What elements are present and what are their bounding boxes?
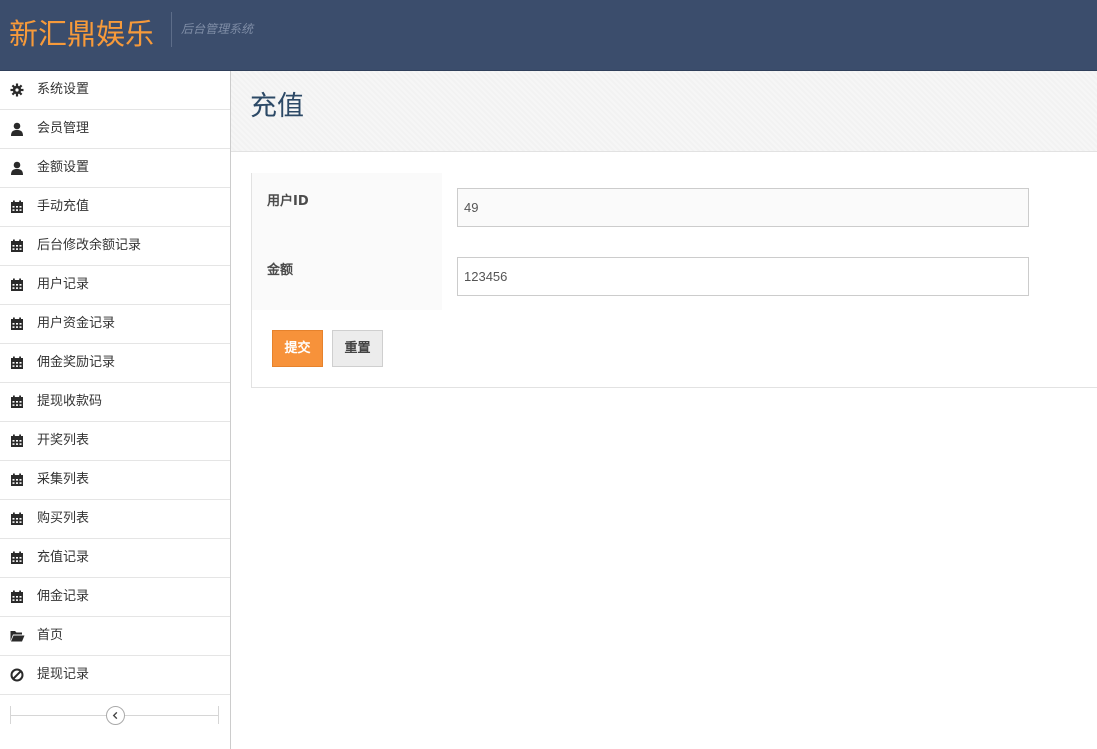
collapse-divider-cap [10,706,11,724]
calendar-icon [10,395,24,409]
sidebar-item[interactable]: 佣金奖励记录 [0,344,230,383]
calendar-icon [10,434,24,448]
sidebar-item[interactable]: 提现记录 [0,656,230,695]
sidebar-item-label: 充值记录 [37,550,90,565]
calendar-icon [10,512,24,526]
calendar-icon [10,200,24,214]
user-id-label: 用户ID [267,194,309,209]
collapse-divider-cap [218,706,219,724]
sidebar-item[interactable]: 首页 [0,617,230,656]
calendar-icon [10,317,24,331]
brand-logo[interactable]: 新汇鼎娱乐 [9,14,154,54]
sidebar-item-label: 金额设置 [37,160,90,175]
user-icon [10,122,24,136]
main-content: 充值 用户ID 49 金额 123456 提交 重置 [231,71,1097,749]
sidebar-nav: 系统设置会员管理金额设置手动充值后台修改余额记录 用户记录用户资金记录 佣金奖励记录… [0,71,230,695]
chevron-left-icon [112,711,118,720]
sidebar-item-label: 开奖列表 [37,433,90,448]
sidebar-item[interactable]: 提现收款码 [0,383,230,422]
user-id-field[interactable]: 49 [457,188,1029,227]
sidebar-collapse-bar [0,695,230,735]
page-title: 充值 [250,91,304,122]
sidebar-item[interactable]: 后台修改余额记录 [0,227,230,266]
sidebar-item-label: 佣金奖励记录 [37,355,116,370]
sidebar-item[interactable]: 金额设置 [0,149,230,188]
sidebar-item-label: 采集列表 [37,472,90,487]
calendar-icon [10,239,24,253]
sidebar-item[interactable]: 系统设置 [0,71,230,110]
sidebar-item-label: 提现记录 [37,667,90,682]
ban-icon [10,668,24,682]
sidebar-item[interactable]: 购买列表 [0,500,230,539]
sidebar-item[interactable]: 采集列表 [0,461,230,500]
sidebar-item[interactable]: 佣金记录 [0,578,230,617]
sidebar-item-label: 后台修改余额记录 [37,238,142,253]
top-navbar: 新汇鼎娱乐 后台管理系统 [0,0,1097,71]
page-header: 充值 [231,71,1097,152]
sidebar-item-label: 提现收款码 [37,394,103,409]
calendar-icon [10,590,24,604]
submit-button[interactable]: 提交 [272,330,323,367]
sidebar-item[interactable]: 开奖列表 [0,422,230,461]
sidebar-item-label: 购买列表 [37,511,90,526]
sidebar-item[interactable]: 会员管理 [0,110,230,149]
sidebar-item-label: 会员管理 [37,121,90,136]
calendar-icon [10,278,24,292]
sidebar-item[interactable]: 手动充值 [0,188,230,227]
sidebar-item-label: 用户资金记录 [37,316,116,331]
sidebar-item-label: 用户记录 [37,277,90,292]
user-icon [10,161,24,175]
calendar-icon [10,551,24,565]
sidebar-collapse-button[interactable] [106,706,125,725]
sidebar-item-label: 手动充值 [37,199,90,214]
sidebar-item-label: 佣金记录 [37,589,90,604]
sidebar-item-label: 系统设置 [37,82,90,97]
sidebar-item[interactable]: 充值记录 [0,539,230,578]
recharge-form: 用户ID 49 金额 123456 提交 重置 [251,173,1097,388]
sidebar-item[interactable]: 用户资金记录 [0,305,230,344]
sidebar-item-label: 首页 [37,628,64,643]
amount-label: 金额 [267,263,294,278]
sidebar: 系统设置会员管理金额设置手动充值后台修改余额记录 用户记录用户资金记录 佣金奖励记录… [0,71,231,749]
gear-icon [10,83,24,97]
calendar-icon [10,356,24,370]
sidebar-item[interactable]: 用户记录 [0,266,230,305]
brand-divider [171,12,172,47]
reset-button[interactable]: 重置 [332,330,383,367]
brand-subtitle: 后台管理系统 [181,22,254,36]
calendar-icon [10,473,24,487]
amount-field[interactable]: 123456 [457,257,1029,296]
folder-open-icon [10,629,25,643]
